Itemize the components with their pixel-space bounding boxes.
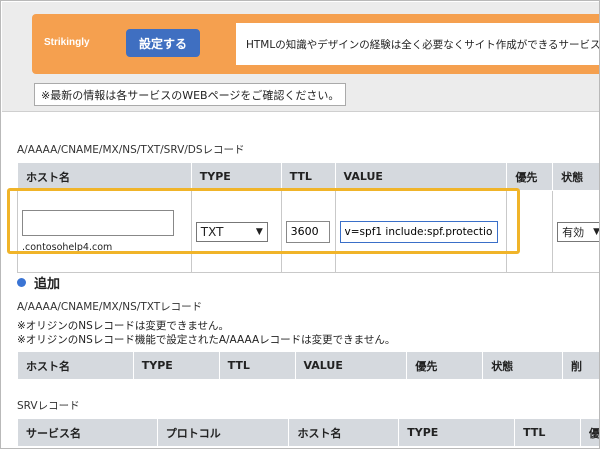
status-cell: 有効 ▼ bbox=[552, 190, 600, 273]
add-col-delete: 削 bbox=[562, 351, 599, 380]
srv-col-host: ホスト名 bbox=[288, 418, 400, 447]
srv-section-label: SRVレコード bbox=[17, 400, 80, 412]
add-col-status: 状態 bbox=[482, 351, 564, 380]
add-section-label: A/AAAA/CNAME/MX/NS/TXTレコード bbox=[17, 301, 203, 313]
add-col-type: TYPE bbox=[132, 351, 220, 380]
add-col-priority: 優先 bbox=[406, 351, 484, 380]
col-ttl: TTL bbox=[280, 162, 336, 191]
srv-col-priority: 優 bbox=[579, 418, 599, 447]
top-area: Strikingly 設定する HTMLの知識やデザインの経験は全く必要なくサイ… bbox=[2, 2, 599, 112]
srv-col-ttl: TTL bbox=[514, 418, 581, 447]
add-col-ttl: TTL bbox=[218, 351, 296, 380]
page-frame: Strikingly 設定する HTMLの知識やデザインの経験は全く必要なくサイ… bbox=[0, 0, 600, 449]
srv-col-protocol: プロトコル bbox=[156, 418, 290, 447]
dropdown-arrow-icon: ▼ bbox=[593, 226, 600, 237]
service-banner: Strikingly 設定する HTMLの知識やデザインの経験は全く必要なくサイ… bbox=[32, 14, 599, 74]
add-record-table: ホスト名 TYPE TTL VALUE 優先 状態 削 bbox=[17, 351, 599, 380]
add-note-1: ※オリジンのNSレコードは変更できません。 bbox=[17, 320, 230, 332]
srv-table-header: サービス名 プロトコル ホスト名 TYPE TTL 優 bbox=[17, 418, 599, 447]
service-description: HTMLの知識やデザインの経験は全く必要なくサイト作成ができるサービス bbox=[236, 23, 599, 65]
status-select[interactable]: 有効 ▼ bbox=[557, 221, 600, 242]
col-type: TYPE bbox=[190, 162, 282, 191]
srv-col-type: TYPE bbox=[398, 418, 516, 447]
status-selected: 有効 bbox=[562, 225, 585, 239]
add-table-header: ホスト名 TYPE TTL VALUE 優先 状態 削 bbox=[17, 351, 599, 380]
col-priority: 優先 bbox=[506, 162, 554, 191]
add-note-2: ※オリジンのNSレコード機能で設定されたA/AAAAレコードは変更できません。 bbox=[17, 334, 396, 346]
add-section-title: 追加 bbox=[34, 277, 61, 292]
add-col-host: ホスト名 bbox=[17, 351, 134, 380]
highlight-box bbox=[7, 188, 520, 254]
col-host: ホスト名 bbox=[17, 162, 192, 191]
srv-record-table: サービス名 プロトコル ホスト名 TYPE TTL 優 bbox=[17, 418, 599, 447]
col-status: 状態 bbox=[552, 162, 599, 191]
record-section-label: A/AAAA/CNAME/MX/NS/TXT/SRV/DSレコード bbox=[17, 144, 245, 156]
add-col-value: VALUE bbox=[294, 351, 408, 380]
brand-name: Strikingly bbox=[44, 37, 90, 48]
record-table-header: ホスト名 TYPE TTL VALUE 優先 状態 bbox=[17, 162, 599, 191]
notice-box: ※最新の情報は各サービスのWEBページをご確認ください。 bbox=[34, 83, 347, 106]
col-value: VALUE bbox=[334, 162, 508, 191]
add-section-heading: 追加 bbox=[17, 273, 60, 292]
srv-col-service: サービス名 bbox=[17, 418, 158, 447]
configure-button[interactable]: 設定する bbox=[126, 29, 200, 57]
bullet-icon bbox=[17, 278, 26, 287]
